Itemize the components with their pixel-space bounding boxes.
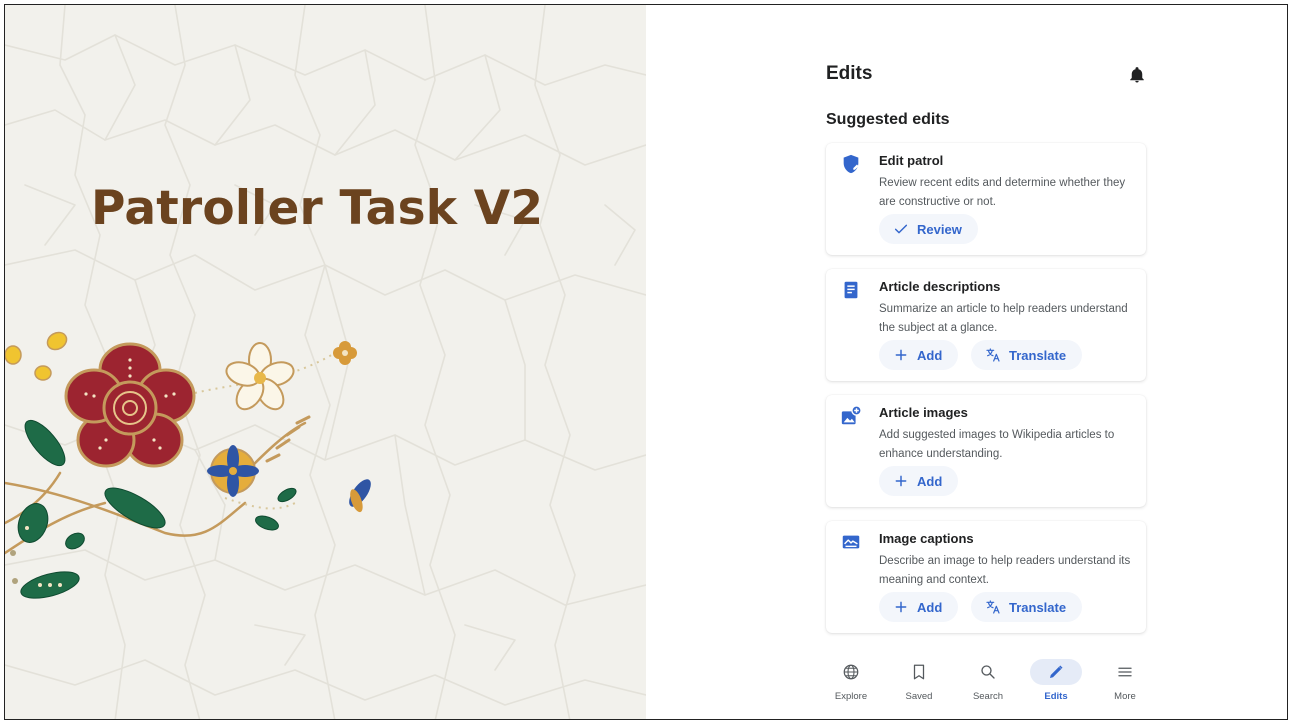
card-article-images: Article images Add suggested images to W… bbox=[826, 395, 1146, 507]
image-caption-icon bbox=[842, 535, 860, 549]
add-caption-button[interactable]: Add bbox=[879, 592, 959, 622]
button-label: Translate bbox=[1009, 347, 1067, 363]
nav-label: Explore bbox=[834, 691, 868, 702]
button-label: Add bbox=[917, 473, 943, 489]
card-description: Summarize an article to help readers und… bbox=[879, 303, 1128, 334]
button-label: Review bbox=[917, 221, 962, 237]
add-description-button[interactable]: Add bbox=[879, 340, 959, 370]
app-header: Edits bbox=[826, 63, 1146, 93]
nav-explore[interactable]: Explore bbox=[821, 651, 881, 711]
search-icon bbox=[981, 665, 995, 679]
nav-search[interactable]: Search bbox=[958, 651, 1018, 711]
slide-title: Patroller Task V2 bbox=[91, 181, 544, 236]
shield-edit-icon bbox=[843, 154, 859, 174]
translate-icon bbox=[986, 600, 1000, 614]
screen-title: Edits bbox=[826, 63, 873, 84]
floral-decoration bbox=[5, 331, 371, 599]
card-image-captions: Image captions Describe an image to help… bbox=[826, 521, 1146, 633]
section-title: Suggested edits bbox=[826, 111, 950, 128]
nav-label: Edits bbox=[1044, 691, 1068, 702]
nav-label: Search bbox=[972, 691, 1004, 702]
card-title: Edit patrol bbox=[879, 153, 944, 168]
card-title: Article images bbox=[879, 405, 968, 420]
card-description: Describe an image to help readers unders… bbox=[879, 555, 1131, 586]
edits-screen: Edits Suggested edits Edit patrol Review… bbox=[810, 45, 1162, 719]
plus-icon bbox=[895, 601, 907, 613]
card-title: Image captions bbox=[879, 531, 974, 546]
card-description: Review recent edits and determine whethe… bbox=[879, 177, 1126, 208]
card-title: Article descriptions bbox=[879, 279, 1001, 294]
globe-icon bbox=[843, 664, 859, 680]
add-image-icon bbox=[841, 405, 862, 425]
bottom-navigation: Explore Saved Search Edits More bbox=[810, 651, 1162, 711]
bookmark-icon bbox=[913, 664, 925, 680]
button-label: Add bbox=[917, 599, 943, 615]
translate-description-button[interactable]: Translate bbox=[971, 340, 1083, 370]
nav-more[interactable]: More bbox=[1095, 651, 1155, 711]
button-label: Translate bbox=[1009, 599, 1067, 615]
pencil-icon bbox=[1050, 665, 1063, 678]
article-description-icon bbox=[844, 281, 858, 299]
translate-caption-button[interactable]: Translate bbox=[971, 592, 1083, 622]
plus-icon bbox=[895, 349, 907, 361]
check-icon bbox=[894, 224, 908, 234]
nav-label: More bbox=[1114, 691, 1136, 702]
card-description: Add suggested images to Wikipedia articl… bbox=[879, 429, 1115, 460]
card-edit-patrol: Edit patrol Review recent edits and dete… bbox=[826, 143, 1146, 255]
card-article-descriptions: Article descriptions Summarize an articl… bbox=[826, 269, 1146, 381]
plus-icon bbox=[895, 475, 907, 487]
nav-saved[interactable]: Saved bbox=[889, 651, 949, 711]
slide: Patroller Task V2 Edits Suggested edits … bbox=[4, 4, 1288, 720]
nav-label: Saved bbox=[905, 691, 933, 702]
menu-icon bbox=[1118, 667, 1132, 677]
translate-icon bbox=[986, 348, 1000, 362]
button-label: Add bbox=[917, 347, 943, 363]
review-button[interactable]: Review bbox=[879, 214, 978, 244]
add-image-button[interactable]: Add bbox=[879, 466, 959, 496]
nav-edits[interactable]: Edits bbox=[1026, 651, 1086, 711]
title-panel: Patroller Task V2 bbox=[5, 5, 646, 719]
bell-icon[interactable] bbox=[1128, 66, 1146, 84]
